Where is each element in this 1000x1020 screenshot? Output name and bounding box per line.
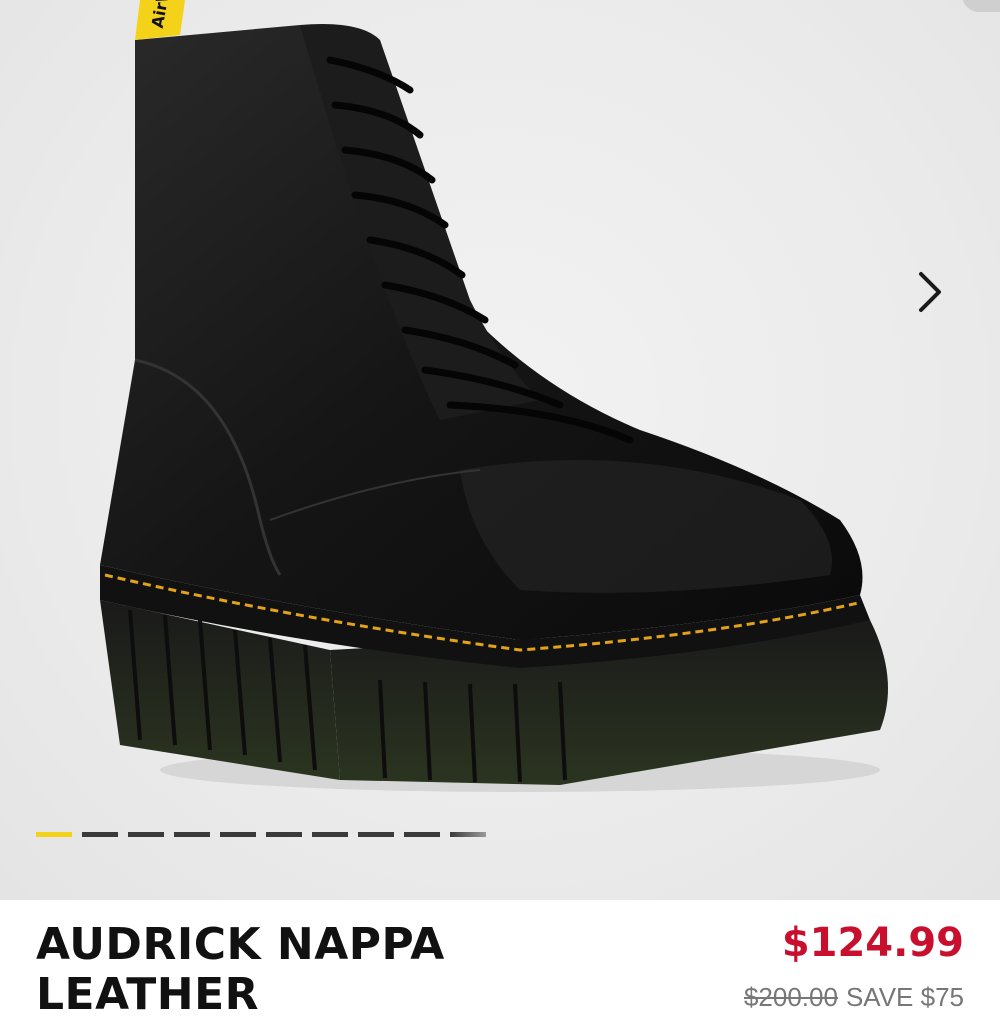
pagination-dot[interactable]: [266, 832, 302, 837]
chevron-right-icon: [919, 272, 941, 312]
product-title: AUDRICK NAPPA LEATHER: [36, 919, 445, 1020]
original-price: $200.00: [743, 982, 838, 1012]
gallery-pagination: [36, 832, 486, 838]
pagination-dot[interactable]: [404, 832, 440, 837]
sale-price: $124.99: [781, 920, 964, 966]
product-image-gallery[interactable]: AirWair: [0, 0, 1000, 900]
pagination-dot[interactable]: [358, 832, 394, 837]
price-details: $200.00 SAVE $75: [744, 982, 964, 1013]
pagination-dot[interactable]: [128, 832, 164, 837]
pagination-dot[interactable]: [82, 832, 118, 837]
pagination-dot[interactable]: [174, 832, 210, 837]
pagination-dot[interactable]: [450, 832, 486, 837]
savings-label: SAVE $75: [845, 982, 964, 1012]
pagination-dot[interactable]: [36, 832, 72, 837]
next-image-button[interactable]: [900, 262, 960, 322]
pagination-dot[interactable]: [312, 832, 348, 837]
pagination-dot[interactable]: [220, 832, 256, 837]
boot-image: AirWair: [100, 0, 888, 792]
